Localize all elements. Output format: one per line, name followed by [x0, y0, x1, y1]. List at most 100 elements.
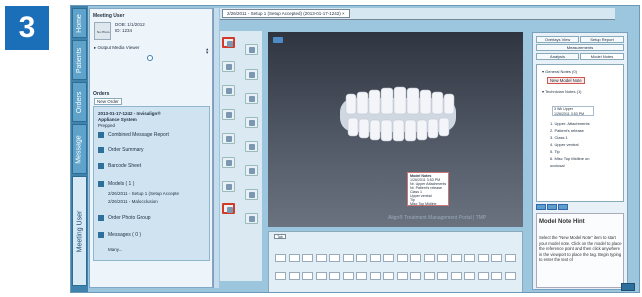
new-order-button[interactable]: New Order: [94, 98, 122, 105]
tooth-cell[interactable]: [410, 272, 421, 280]
model-setup-link[interactable]: 2/26/2011 - Setup 1 (Setup Accepte: [108, 191, 179, 196]
3d-model-viewport[interactable]: Model Notes 1/26/2011 3:53 PM Nr. Upper A…: [268, 32, 523, 227]
tooth-cell[interactable]: [464, 272, 475, 280]
tab-home[interactable]: Home: [72, 8, 87, 38]
tooth-cell[interactable]: [437, 272, 448, 280]
photo-icon: [98, 215, 104, 221]
technician-note-box[interactable]: 3 Wk Upper 1/26/2011 3:53 PM: [552, 106, 594, 116]
note-line: 1. Upper: Attachments: [550, 121, 590, 126]
tooth-cell[interactable]: [450, 272, 462, 280]
tooth-cell[interactable]: [423, 272, 435, 280]
tooth-cell[interactable]: [288, 272, 300, 280]
output-media-viewer-option[interactable]: ▸ Output Media Viewer: [94, 45, 139, 51]
tab-measurements[interactable]: Measurements: [536, 44, 624, 51]
model-note-popup[interactable]: Model Notes 1/26/2011 3:53 PM Nr. Upper A…: [407, 172, 449, 206]
order-item-messages[interactable]: Messages ( 0 ): [98, 232, 141, 238]
view-superimpose-button[interactable]: [222, 181, 235, 192]
tab-setup-report[interactable]: Setup Report: [580, 36, 624, 43]
view-grid-button[interactable]: [245, 165, 258, 176]
patient-name: Meeting User: [93, 13, 125, 19]
tooth-cell[interactable]: [410, 254, 421, 262]
tooth-cell[interactable]: [356, 272, 367, 280]
tooth-cell[interactable]: [383, 272, 394, 280]
view-overlay-button[interactable]: [245, 189, 258, 200]
view-right-button[interactable]: [245, 93, 258, 104]
tooth-cell[interactable]: [315, 272, 327, 280]
tab-analysis[interactable]: Analysis: [536, 53, 579, 60]
tooth-cell[interactable]: [329, 254, 340, 262]
tooth-cell[interactable]: [356, 254, 367, 262]
tab-overlays-view[interactable]: Overlays View: [536, 36, 579, 43]
note-tool-button[interactable]: [558, 204, 568, 210]
order-item-photo-group[interactable]: Order Photo Group: [98, 215, 151, 221]
view-zoom-button[interactable]: [245, 213, 258, 224]
note-line: 4. Upper ventral: [550, 142, 579, 147]
view-side-button[interactable]: [245, 44, 258, 55]
model-icon: [98, 181, 104, 187]
tooth-cell[interactable]: [383, 254, 394, 262]
refresh-icon[interactable]: [147, 55, 153, 61]
new-model-note-button[interactable]: New Model Note: [547, 77, 585, 84]
hint-title: Model Note Hint: [539, 219, 585, 225]
tooth-chart-tab[interactable]: Tab: [274, 234, 286, 239]
model-notes-button[interactable]: [222, 203, 235, 214]
view-lower-button[interactable]: [245, 69, 258, 80]
tooth-cell[interactable]: [329, 272, 340, 280]
tooth-cell[interactable]: [302, 272, 313, 280]
tab-meeting-user[interactable]: Meeting User: [72, 176, 87, 286]
tooth-cell[interactable]: [504, 254, 516, 262]
tooth-cell[interactable]: [491, 272, 502, 280]
order-item-models[interactable]: Models ( 1 ): [98, 181, 134, 187]
tooth-cell[interactable]: [491, 254, 502, 262]
tooth-cell[interactable]: [288, 254, 300, 262]
tab-setup[interactable]: 2/26/2011 - Setup 1 (Setup Accepted) (20…: [222, 9, 350, 18]
note-line: 6. Misc Top Midline on: [550, 156, 590, 161]
tooth-cell[interactable]: [477, 272, 489, 280]
tooth-cell[interactable]: [315, 254, 327, 262]
viewer-watermark: Align® Treatment Management Portal | TMP: [388, 215, 487, 221]
tooth-cell[interactable]: [302, 254, 313, 262]
order-date[interactable]: 2013-01-17-1242 - Invisalign®: [98, 111, 161, 116]
tab-orders[interactable]: Orders: [72, 82, 87, 122]
tooth-cell[interactable]: [275, 272, 286, 280]
view-upper-button[interactable]: [222, 61, 235, 72]
view-bite-button[interactable]: [222, 133, 235, 144]
technician-notes-header[interactable]: ▾ Technician Notes (1): [542, 89, 582, 94]
order-item-barcode-sheet[interactable]: Barcode Sheet: [98, 163, 141, 169]
view-toolbar: [220, 31, 262, 281]
order-item-order-summary[interactable]: Order Summary: [98, 147, 144, 153]
view-arch-button[interactable]: [245, 117, 258, 128]
view-attachment-button[interactable]: [222, 157, 235, 168]
tooth-cell[interactable]: [396, 254, 408, 262]
tooth-cell[interactable]: [342, 272, 354, 280]
tooth-cell[interactable]: [369, 272, 381, 280]
general-notes-header[interactable]: ▾ General Notes (0): [542, 69, 577, 74]
corner-button[interactable]: [621, 283, 635, 291]
tooth-cell[interactable]: [275, 254, 286, 262]
tooth-cell[interactable]: [342, 254, 354, 262]
tab-patients[interactable]: Patients: [72, 40, 87, 80]
view-ipr-button[interactable]: [245, 141, 258, 152]
tooth-cell[interactable]: [369, 254, 381, 262]
tooth-cell[interactable]: [464, 254, 475, 262]
tooth-cell[interactable]: [450, 254, 462, 262]
more-link[interactable]: Many...: [108, 247, 122, 252]
view-front-button[interactable]: [222, 37, 235, 48]
model-malocclusion-link[interactable]: 2/26/2011 - Malocclusion: [108, 199, 158, 204]
teeth-model: [340, 86, 456, 142]
document-tab-bar: 2/26/2011 - Setup 1 (Setup Accepted) (20…: [220, 8, 615, 20]
tooth-cell[interactable]: [396, 272, 408, 280]
tooth-cell[interactable]: [423, 254, 435, 262]
tooth-cell[interactable]: [504, 272, 516, 280]
tooth-cell[interactable]: [477, 254, 489, 262]
note-tool-button[interactable]: [536, 204, 546, 210]
view-occlusal-button[interactable]: [222, 109, 235, 120]
tab-model-notes[interactable]: Model Notes: [580, 53, 624, 60]
tooth-cell[interactable]: [437, 254, 448, 262]
step-number-badge: 3: [5, 6, 49, 50]
panel-splitter[interactable]: ◂ ▸: [205, 8, 219, 288]
note-tool-button[interactable]: [547, 204, 557, 210]
order-item-combined-report[interactable]: Combined Message Report: [98, 132, 169, 138]
tab-message[interactable]: Message: [72, 124, 87, 174]
view-left-button[interactable]: [222, 85, 235, 96]
